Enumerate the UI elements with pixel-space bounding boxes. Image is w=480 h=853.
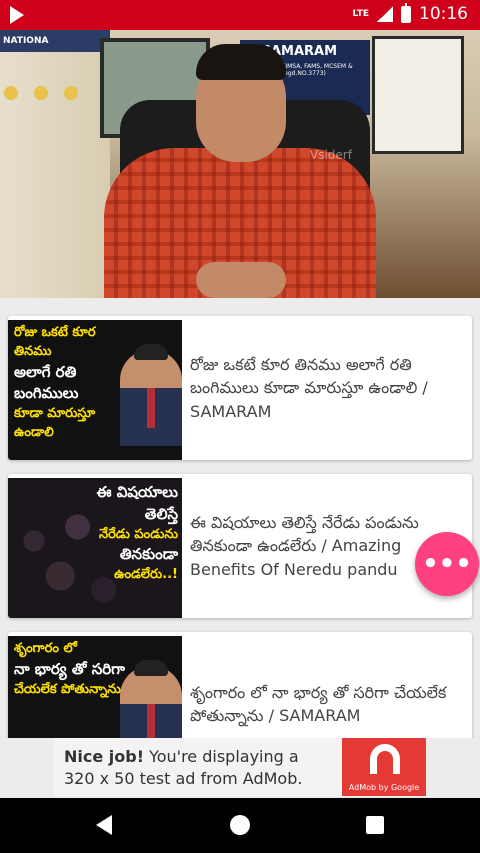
thumb-line: నేరేడు పండును: [98, 526, 178, 542]
video-thumbnail[interactable]: శృంగారం లో నా భార్య తో సరిగా చేయలేక పోతు…: [8, 636, 182, 738]
signal-icon: [377, 6, 393, 22]
recent-apps-icon[interactable]: [366, 816, 384, 834]
thumb-line: చేయలేక పోతున్నాను: [14, 681, 121, 697]
video-title[interactable]: రోజు ఒకటే కూర తినము అలాగే రతి బంగిములు క…: [190, 316, 470, 460]
thumb-line: రోజు ఒకటే కూర తినము: [14, 325, 96, 359]
wall-lights: [0, 86, 110, 100]
video-card[interactable]: ఈ విషయాలు తెలిస్తే నేరేడు పండును తినకుండ…: [8, 474, 472, 618]
ad-text: Nice job! You're displaying a 320 x 50 t…: [54, 738, 342, 796]
system-nav-bar: [0, 798, 480, 853]
play-triangle-icon: [10, 6, 24, 24]
video-watermark: Vsiderf: [310, 148, 352, 162]
ad-banner-area: Nice job! You're displaying a 320 x 50 t…: [0, 738, 480, 798]
thumb-line: నా భార్య తో సరిగా: [14, 659, 125, 678]
speaker-hair: [196, 44, 286, 80]
network-type: LTE: [352, 9, 369, 19]
video-card[interactable]: రోజు ఒకటే కూర తినము అలాగే రతి బంగిములు క…: [8, 316, 472, 460]
thumb-line: ఉండలేరు..!: [114, 567, 178, 583]
clock: 10:16: [419, 4, 468, 24]
clinic-sign: NATIONA: [0, 30, 110, 52]
admob-logo: AdMob by Google: [342, 738, 426, 796]
admob-icon: [370, 744, 400, 774]
background-wall: [0, 30, 110, 298]
video-thumbnail[interactable]: ఈ విషయాలు తెలిస్తే నేరేడు పండును తినకుండ…: [8, 478, 182, 618]
video-card[interactable]: శృంగారం లో నా భార్య తో సరిగా చేయలేక పోతు…: [8, 632, 472, 738]
thumb-line: అలాగే రతి బంగిములు: [14, 362, 79, 403]
thumb-line: ఈ విషయాలు తెలిస్తే: [96, 483, 178, 523]
more-dots-icon: •••: [422, 549, 472, 579]
ad-brand: AdMob by Google: [348, 783, 420, 792]
ad-headline: Nice job!: [64, 747, 145, 766]
video-title[interactable]: శృంగారం లో నా భార్య తో సరిగా చేయలేక పోతు…: [190, 632, 470, 738]
home-icon[interactable]: [230, 815, 250, 835]
thumb-line: శృంగారం లో: [14, 641, 77, 656]
speaker-thumbnail: [120, 344, 182, 446]
thumb-line: తినకుండా: [119, 545, 178, 564]
video-list[interactable]: రోజు ఒకటే కూర తినము అలాగే రతి బంగిములు క…: [0, 298, 480, 738]
speaker-hands: [196, 262, 286, 298]
status-bar: LTE 10:16: [0, 0, 480, 30]
video-thumbnail[interactable]: రోజు ఒకటే కూర తినము అలాగే రతి బంగిములు క…: [8, 320, 182, 460]
admob-banner[interactable]: Nice job! You're displaying a 320 x 50 t…: [54, 738, 426, 796]
video-player[interactable]: NATIONA G.SAMARAM B.S., PGDP, FIMSA, FAM…: [0, 30, 480, 298]
more-options-fab[interactable]: •••: [415, 532, 479, 596]
thumb-line: కూడా మారుస్తూ ఉండాలి: [14, 406, 96, 441]
battery-icon: [401, 2, 411, 23]
back-icon[interactable]: [96, 815, 112, 835]
speaker-thumbnail: [120, 660, 182, 738]
certificate-frame: [372, 36, 464, 154]
